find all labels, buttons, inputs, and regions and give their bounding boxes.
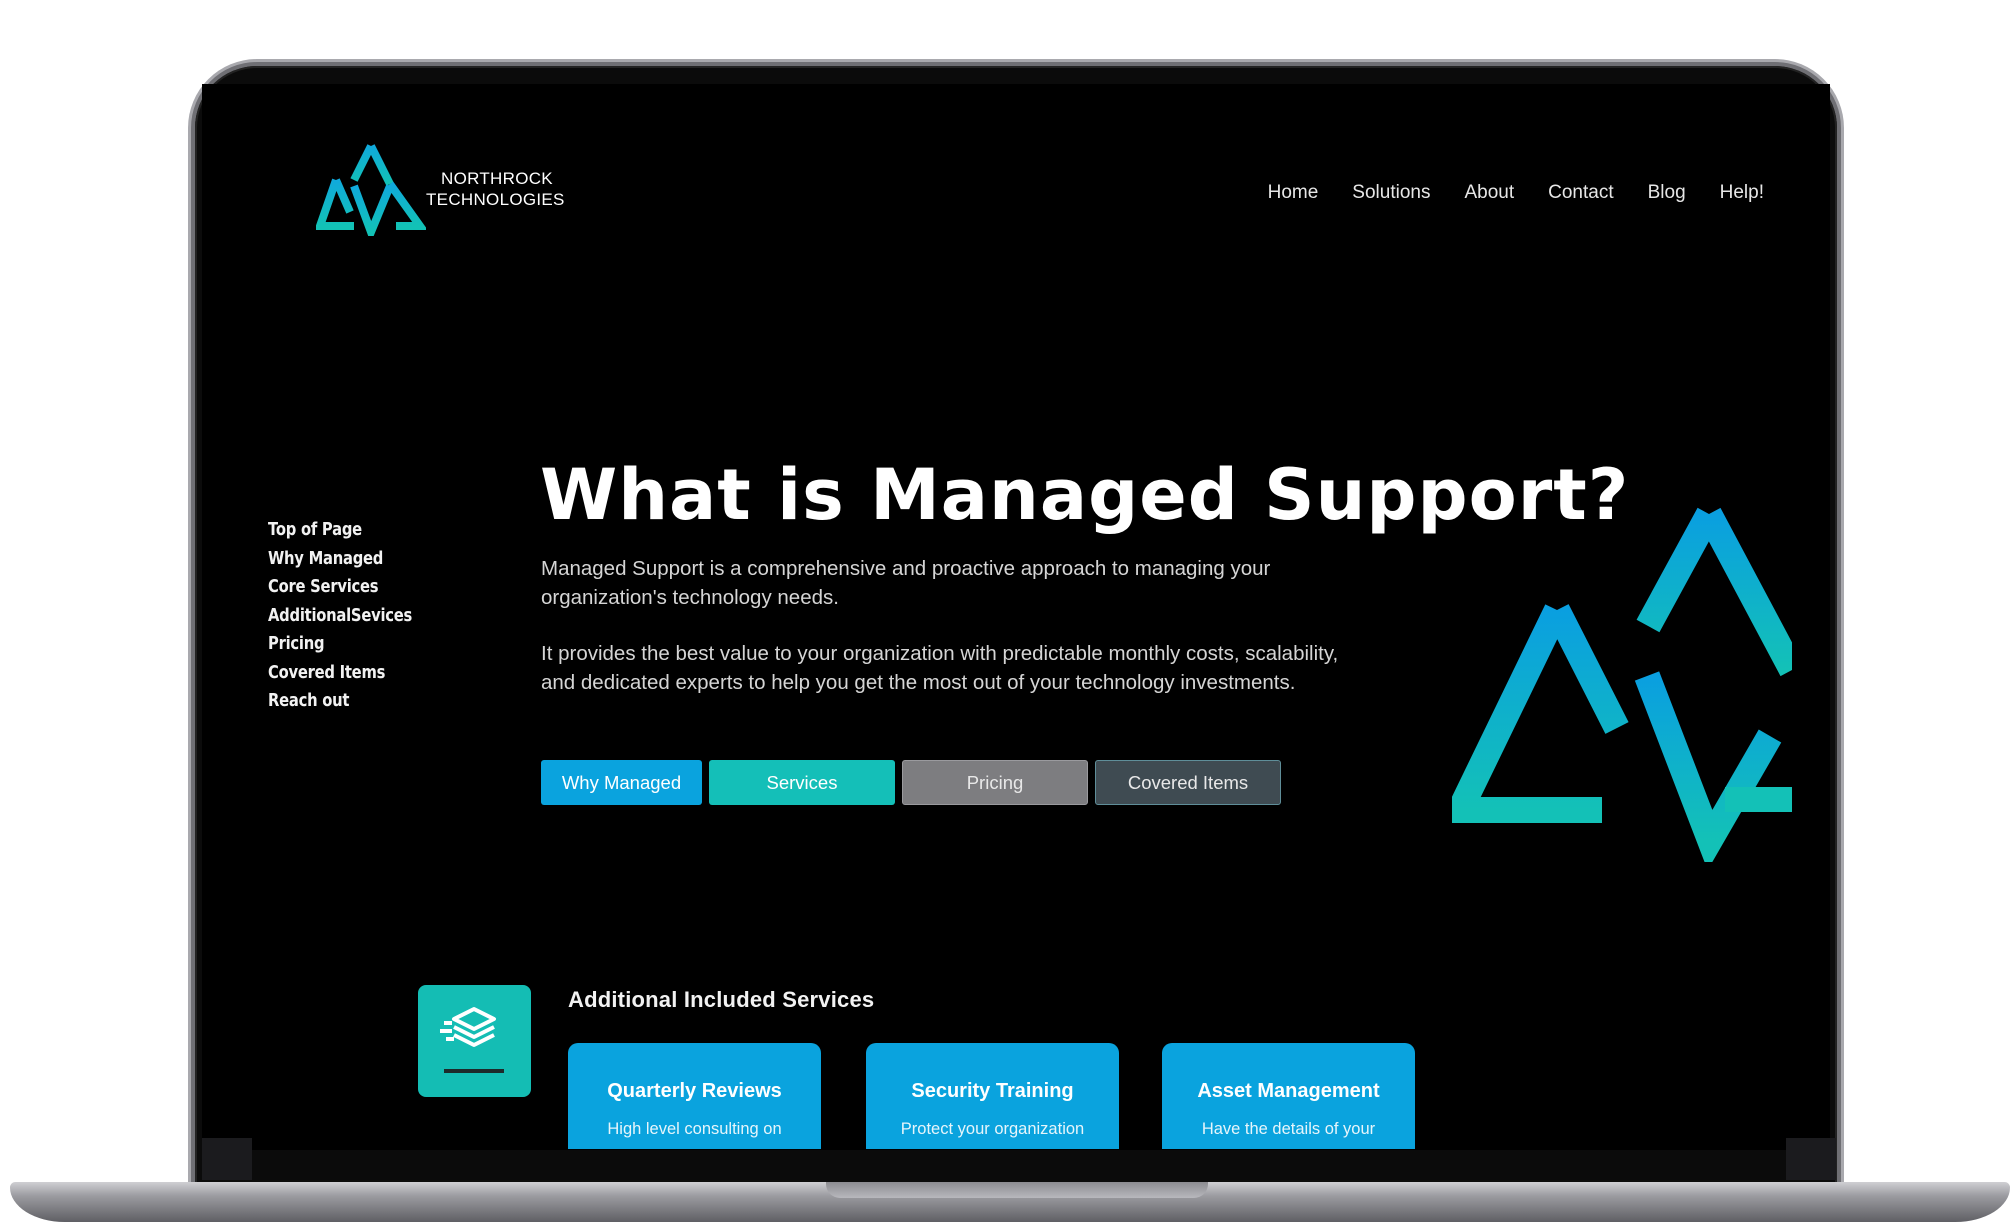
pricing-button[interactable]: Pricing bbox=[902, 760, 1088, 805]
sidenav-pricing[interactable]: Pricing bbox=[268, 630, 412, 659]
card-description: Have the details of your bbox=[1201, 1120, 1376, 1138]
sidenav-why-managed[interactable]: Why Managed bbox=[268, 545, 412, 574]
services-heading: Additional Included Services bbox=[568, 987, 875, 1012]
screen-corner-left bbox=[202, 1138, 252, 1180]
top-nav: Home Solutions About Contact Blog Help! bbox=[1234, 182, 1764, 204]
card-description: Protect your organization bbox=[900, 1120, 1085, 1138]
brand-name[interactable]: NORTHROCK TECHNOLOGIES bbox=[426, 168, 565, 210]
card-title: Quarterly Reviews bbox=[607, 1080, 782, 1102]
large-mountain-logo-icon bbox=[1452, 507, 1792, 862]
sidenav-top-of-page[interactable]: Top of Page bbox=[268, 516, 412, 545]
section-buttons: Why Managed Services Pricing Covered Ite… bbox=[541, 760, 1288, 805]
service-card-quarterly-reviews[interactable]: Quarterly Reviews High level consulting … bbox=[568, 1043, 821, 1149]
laptop-hinge-notch bbox=[826, 1182, 1208, 1198]
nav-home[interactable]: Home bbox=[1268, 182, 1319, 204]
service-card-asset-management[interactable]: Asset Management Have the details of you… bbox=[1162, 1043, 1415, 1149]
hero-paragraph-1: Managed Support is a comprehensive and p… bbox=[541, 557, 1271, 609]
brand-line-1: NORTHROCK bbox=[441, 169, 553, 188]
northrock-mountain-logo-icon[interactable] bbox=[316, 142, 426, 236]
brand-line-2: TECHNOLOGIES bbox=[426, 190, 565, 209]
nav-about[interactable]: About bbox=[1464, 182, 1514, 204]
side-nav: Top of Page Why Managed Core Services Ad… bbox=[268, 516, 444, 716]
sidenav-additional-services[interactable]: AdditionalSevices bbox=[268, 602, 412, 631]
sidenav-core-services[interactable]: Core Services bbox=[268, 573, 412, 602]
nav-contact[interactable]: Contact bbox=[1548, 182, 1613, 204]
card-description: High level consulting on bbox=[607, 1120, 782, 1138]
card-title: Security Training bbox=[911, 1080, 1074, 1102]
card-title: Asset Management bbox=[1197, 1080, 1380, 1102]
hero-paragraph-2: It provides the best value to your organ… bbox=[541, 642, 1339, 694]
why-managed-button[interactable]: Why Managed bbox=[541, 760, 702, 805]
service-card-security-training[interactable]: Security Training Protect your organizat… bbox=[866, 1043, 1119, 1149]
sidenav-covered-items[interactable]: Covered Items bbox=[268, 659, 412, 688]
layers-stack-icon bbox=[418, 985, 531, 1097]
services-button[interactable]: Services bbox=[709, 760, 895, 805]
nav-solutions[interactable]: Solutions bbox=[1352, 182, 1430, 204]
screen-corner-right bbox=[1786, 1138, 1836, 1180]
sidenav-reach-out[interactable]: Reach out bbox=[268, 687, 412, 716]
nav-blog[interactable]: Blog bbox=[1648, 182, 1686, 204]
covered-items-button[interactable]: Covered Items bbox=[1095, 760, 1281, 805]
nav-help[interactable]: Help! bbox=[1720, 182, 1764, 204]
